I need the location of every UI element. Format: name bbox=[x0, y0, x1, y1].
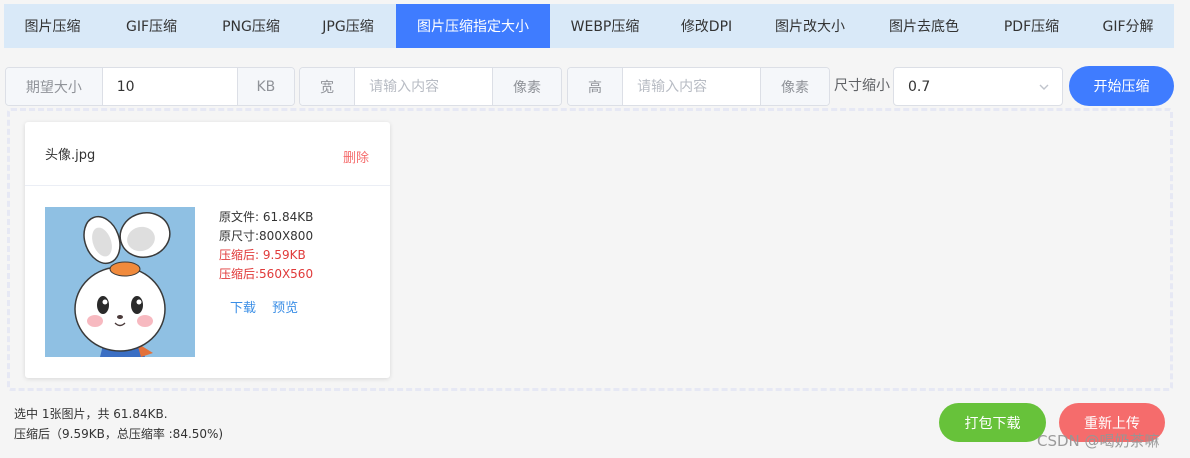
start-compress-button[interactable]: 开始压缩 bbox=[1069, 66, 1174, 106]
tab-gif-split[interactable]: GIF分解 bbox=[1082, 4, 1174, 48]
tab-remove-background[interactable]: 图片去底色 bbox=[867, 4, 981, 48]
csdn-watermark: CSDN @喝奶茶嘛 bbox=[1037, 432, 1160, 450]
target-size-unit: KB bbox=[236, 68, 294, 105]
target-size-group: 期望大小 KB bbox=[5, 67, 295, 106]
scale-select-value: 0.7 bbox=[908, 78, 931, 95]
tab-image-compress[interactable]: 图片压缩 bbox=[4, 4, 101, 48]
tab-compress-to-size[interactable]: 图片压缩指定大小 bbox=[396, 4, 550, 48]
tab-modify-dpi[interactable]: 修改DPI bbox=[660, 4, 753, 48]
height-label: 高 bbox=[568, 68, 623, 105]
width-unit: 像素 bbox=[492, 68, 561, 105]
file-info: 原文件: 61.84KB 原尺寸:800X800 压缩后: 9.59KB 压缩后… bbox=[219, 208, 313, 284]
width-label: 宽 bbox=[300, 68, 355, 105]
height-unit: 像素 bbox=[760, 68, 829, 105]
tab-resize-image[interactable]: 图片改大小 bbox=[753, 4, 867, 48]
compressed-size: 压缩后: 9.59KB bbox=[219, 248, 306, 262]
image-thumbnail[interactable] bbox=[45, 207, 195, 357]
height-input[interactable] bbox=[622, 68, 761, 105]
pack-download-button[interactable]: 打包下载 bbox=[939, 403, 1046, 442]
compressed-dimensions: 压缩后:560X560 bbox=[219, 267, 314, 281]
file-card-header: 头像.jpg 删除 bbox=[25, 122, 390, 186]
file-name: 头像.jpg bbox=[45, 148, 96, 163]
tab-gif-compress[interactable]: GIF压缩 bbox=[101, 4, 202, 48]
original-dimensions: 原尺寸:800X800 bbox=[219, 229, 314, 243]
tool-tabs: 图片压缩 GIF压缩 PNG压缩 JPG压缩 图片压缩指定大小 WEBP压缩 修… bbox=[4, 4, 1174, 48]
height-group: 高 像素 bbox=[567, 67, 830, 106]
scale-select[interactable]: 0.7 bbox=[893, 67, 1063, 106]
file-actions: 下载 预览 bbox=[230, 297, 310, 316]
chevron-down-icon bbox=[1039, 84, 1049, 90]
tab-jpg-compress[interactable]: JPG压缩 bbox=[300, 4, 396, 48]
target-size-input[interactable] bbox=[101, 68, 237, 105]
preview-link[interactable]: 预览 bbox=[272, 301, 298, 316]
file-card: 头像.jpg 删除 原文件: 61.84KB 原尺寸:800X800 压缩后: … bbox=[25, 122, 390, 378]
bunny-avatar-image bbox=[45, 207, 195, 357]
tab-webp-compress[interactable]: WEBP压缩 bbox=[550, 4, 660, 48]
selection-summary: 选中 1张图片，共 61.84KB. bbox=[14, 407, 168, 421]
compression-result-summary: 压缩后（9.59KB，总压缩率 :84.50%) bbox=[14, 427, 224, 441]
width-group: 宽 像素 bbox=[299, 67, 562, 106]
original-file-size: 原文件: 61.84KB bbox=[219, 210, 314, 224]
tab-pdf-compress[interactable]: PDF压缩 bbox=[981, 4, 1082, 48]
tab-png-compress[interactable]: PNG压缩 bbox=[202, 4, 300, 48]
scale-label: 尺寸缩小 bbox=[834, 78, 890, 94]
compression-summary: 选中 1张图片，共 61.84KB. 压缩后（9.59KB，总压缩率 :84.5… bbox=[14, 404, 223, 444]
target-size-label: 期望大小 bbox=[6, 68, 102, 105]
delete-link[interactable]: 删除 bbox=[343, 147, 369, 166]
download-link[interactable]: 下载 bbox=[230, 301, 256, 316]
width-input[interactable] bbox=[354, 68, 493, 105]
